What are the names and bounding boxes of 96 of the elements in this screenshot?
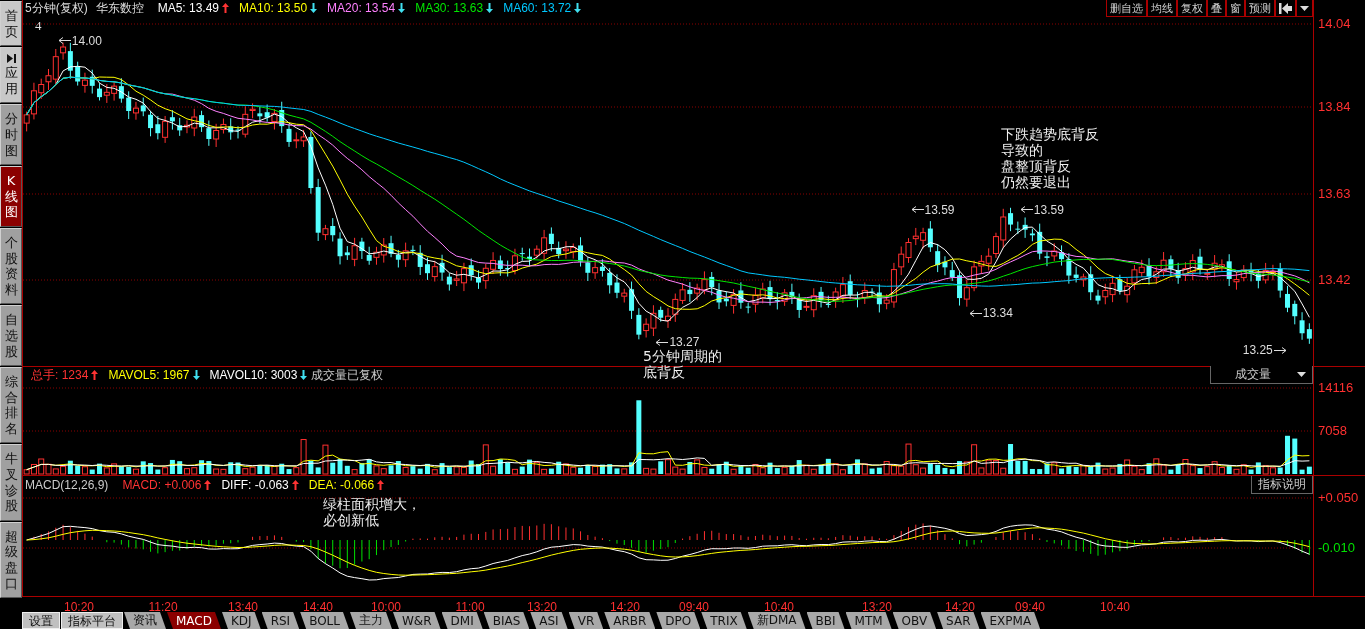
- time-axis-label: 10:20: [64, 600, 94, 614]
- dropdown-button[interactable]: [1296, 0, 1313, 17]
- price-axis-label: 13.63: [1318, 186, 1351, 201]
- time-axis-label: 11:00: [455, 600, 485, 614]
- price-axis-label: 13.84: [1318, 99, 1351, 114]
- price-axis-label: 14.04: [1318, 16, 1351, 31]
- annotation-text: 5分钟周期的: [643, 348, 722, 364]
- time-axis-label: 14:20: [610, 600, 640, 614]
- indicator-tab[interactable]: EXPMA: [980, 612, 1041, 629]
- caret-icon: [1297, 372, 1306, 377]
- time-axis-label: 10:40: [1100, 600, 1130, 614]
- indicator-tab[interactable]: BOLL: [300, 612, 349, 629]
- indicator-tab[interactable]: ASI: [530, 612, 568, 629]
- ma-legend: MA5: 13.49: [157, 1, 220, 15]
- corner-mark: 4: [35, 18, 42, 34]
- period-label: 5分钟(复权): [25, 0, 88, 17]
- macd-legend: MACD: +0.006: [122, 478, 202, 492]
- caret-icon: [1300, 5, 1309, 11]
- time-axis-label: 10:00: [371, 600, 401, 614]
- indicator-tab[interactable]: VR: [568, 612, 604, 629]
- price-value: 13.34: [982, 306, 1013, 321]
- sidebar-item[interactable]: 应用: [0, 47, 22, 104]
- time-axis-label: 13:20: [527, 600, 557, 614]
- sidebar-item[interactable]: 个股资料: [0, 227, 22, 305]
- skip-back-icon: [1279, 2, 1292, 14]
- annotation-text: 底背反: [643, 364, 686, 380]
- toolbar-button[interactable]: 窗: [1226, 0, 1245, 17]
- toolbar-button[interactable]: 删自选: [1106, 0, 1147, 17]
- time-axis-label: 11:20: [148, 600, 178, 614]
- indicator-tab[interactable]: ARBR: [604, 612, 656, 629]
- sidebar-item[interactable]: K线图: [0, 166, 22, 227]
- toolbar-button[interactable]: 均线: [1147, 0, 1177, 17]
- time-axis-label: 13:20: [862, 600, 892, 614]
- sidebar-item[interactable]: 牛叉诊股: [0, 444, 22, 521]
- sidebar-item[interactable]: 分时图: [0, 104, 22, 166]
- toolbar-button[interactable]: 复权: [1177, 0, 1207, 17]
- volume-legend: MAVOL10: 3003: [209, 368, 298, 382]
- time-axis-label: 10:40: [764, 600, 794, 614]
- volume-legend: 总手: 1234: [31, 366, 89, 384]
- sidebar-item[interactable]: 超级盘口: [0, 521, 22, 599]
- indicator-help-button[interactable]: 指标说明: [1251, 476, 1313, 494]
- time-axis-label: 14:20: [945, 600, 975, 614]
- toolbar-button[interactable]: 设置: [22, 612, 60, 629]
- toolbar-button[interactable]: 预测: [1245, 0, 1275, 17]
- price-value: 13.27: [669, 335, 700, 349]
- indicator-tab[interactable]: OBV: [892, 612, 937, 629]
- first-page-button[interactable]: [1275, 0, 1296, 17]
- indicator-tab[interactable]: BIAS: [483, 612, 530, 629]
- price-value: 14.00: [71, 33, 102, 48]
- indicator-tab[interactable]: BBI: [806, 612, 845, 629]
- indicator-tab[interactable]: KDJ: [222, 612, 261, 629]
- ma-legend: MA20: 13.54: [327, 1, 396, 15]
- indicator-tab[interactable]: DMI: [441, 612, 483, 629]
- annotation-text: 仍然要退出: [1001, 174, 1072, 190]
- indicator-tab[interactable]: MTM: [845, 612, 892, 629]
- price-value: 13.25: [1242, 343, 1273, 358]
- ma-legend: MA60: 13.72: [503, 1, 572, 15]
- volume-legend: MAVOL5: 1967: [108, 368, 190, 382]
- price-value: 13.59: [924, 202, 955, 217]
- indicator-title: MACD(12,26,9): [25, 478, 109, 492]
- indicator-tab[interactable]: SAR: [937, 612, 980, 629]
- indicator-tab[interactable]: 新DMA: [747, 612, 806, 629]
- annotation-text: 下跌趋势底背反: [1001, 126, 1099, 142]
- macd-axis-label: -0.010: [1318, 540, 1355, 555]
- volume-axis-label: 14116: [1318, 380, 1354, 395]
- macd-legend: DEA: -0.066: [308, 478, 375, 492]
- volume-note: 成交量已复权: [311, 366, 384, 384]
- stock-name: 华东数控: [95, 0, 144, 17]
- indicator-tab[interactable]: MACD: [167, 612, 221, 629]
- toolbar-button[interactable]: 指标平台: [61, 612, 123, 629]
- sidebar-item[interactable]: 综合排名: [0, 367, 22, 444]
- price-value: 13.59: [1033, 202, 1064, 217]
- ma-legend: MA30: 13.63: [415, 1, 484, 15]
- time-axis-label: 09:40: [1015, 600, 1045, 614]
- macd-legend: DIFF: -0.063: [221, 478, 289, 492]
- price-axis-label: 13.42: [1318, 272, 1351, 287]
- sidebar-item[interactable]: 首页: [0, 1, 22, 47]
- annotation-text: 导致的: [1001, 142, 1044, 158]
- sidebar-item[interactable]: 自选股: [0, 305, 22, 367]
- time-axis-label: 13:40: [228, 600, 258, 614]
- indicator-tab[interactable]: DPO: [656, 612, 701, 629]
- time-axis-label: 09:40: [679, 600, 709, 614]
- toolbar-button[interactable]: 叠: [1207, 0, 1226, 17]
- indicator-tab[interactable]: W&R: [393, 612, 441, 629]
- macd-axis-label: +0.050: [1318, 490, 1359, 505]
- annotation-text: 盘整顶背反: [1001, 158, 1072, 174]
- indicator-tab[interactable]: 主力: [350, 612, 392, 629]
- annotation-text: 绿柱面积增大，: [323, 496, 421, 512]
- indicator-tab[interactable]: 资讯: [124, 612, 166, 629]
- volume-axis-label: 7058: [1318, 423, 1347, 438]
- ma-legend: MA10: 13.50: [239, 1, 308, 15]
- annotation-text: 必创新低: [323, 512, 380, 528]
- indicator-dropdown[interactable]: 成交量: [1210, 366, 1313, 384]
- indicator-tab[interactable]: RSI: [261, 612, 300, 629]
- time-axis-label: 14:40: [303, 600, 333, 614]
- indicator-tab[interactable]: TRIX: [701, 612, 747, 629]
